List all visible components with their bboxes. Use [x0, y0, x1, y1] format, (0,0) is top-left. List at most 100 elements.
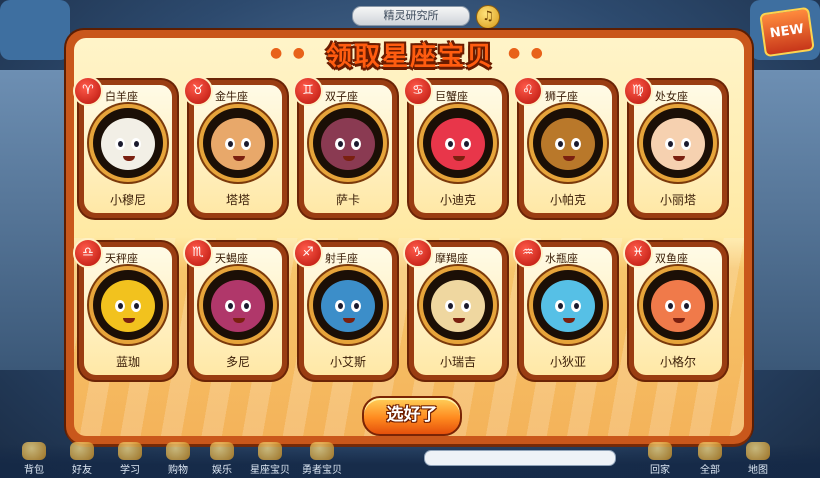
toolbar-label: 全部	[700, 465, 720, 476]
pet-portrait	[203, 108, 273, 178]
toolbar-icon	[258, 442, 282, 460]
zodiac-sign-name: 处女座	[655, 90, 688, 103]
pet-face-icon	[431, 280, 485, 332]
zodiac-symbol-icon: ♊	[293, 76, 323, 106]
pet-portrait	[93, 270, 163, 340]
toolbar-item[interactable]: 学习	[110, 442, 150, 476]
pet-face-icon	[101, 118, 155, 170]
toolbar-item[interactable]: 星座宝贝	[250, 442, 290, 476]
zodiac-card[interactable]: ♍ 处女座小丽塔	[623, 76, 727, 218]
pet-face-icon	[431, 118, 485, 170]
zodiac-card[interactable]: ♓ 双鱼座小格尔	[623, 238, 727, 380]
zodiac-sign-name: 水瓶座	[545, 252, 578, 265]
pet-portrait	[643, 270, 713, 340]
pet-portrait	[423, 270, 493, 340]
zodiac-symbol-icon: ♎	[73, 238, 103, 268]
toolbar-icon	[22, 442, 46, 460]
zodiac-sign-name: 巨蟹座	[435, 90, 468, 103]
pet-face-icon	[651, 118, 705, 170]
zodiac-card[interactable]: ♋ 巨蟹座小迪克	[403, 76, 507, 218]
pet-name: 小迪克	[439, 193, 476, 207]
chat-input[interactable]	[424, 450, 616, 466]
pet-face-icon	[541, 118, 595, 170]
pet-name: 小丽塔	[659, 193, 696, 207]
pet-name: 小狄亚	[549, 355, 586, 369]
zodiac-sign-name: 狮子座	[545, 90, 578, 103]
pet-face-icon	[101, 280, 155, 332]
zodiac-symbol-icon: ♋	[403, 76, 433, 106]
pet-name: 小穆尼	[109, 193, 146, 207]
zodiac-symbol-icon: ♐	[293, 238, 323, 268]
pet-portrait	[423, 108, 493, 178]
toolbar-label: 学习	[120, 465, 140, 476]
pet-name: 小瑞吉	[439, 355, 476, 369]
toolbar-icon	[210, 442, 234, 460]
pet-name: 多尼	[225, 355, 250, 369]
zodiac-card[interactable]: ♌ 狮子座小帕克	[513, 76, 617, 218]
toolbar-icon	[648, 442, 672, 460]
toolbar-item[interactable]: 全部	[690, 442, 730, 476]
zodiac-card[interactable]: ♒ 水瓶座 小狄亚	[513, 238, 617, 380]
toolbar-icon	[746, 442, 770, 460]
toolbar-label: 好友	[72, 465, 92, 476]
zodiac-sign-name: 白羊座	[105, 90, 138, 103]
zodiac-card[interactable]: ♑ 摩羯座小瑞吉	[403, 238, 507, 380]
pet-face-icon	[211, 118, 265, 170]
toolbar-item[interactable]: 好友	[62, 442, 102, 476]
zodiac-sign-name: 天蝎座	[215, 252, 248, 265]
pet-name: 塔塔	[225, 193, 250, 207]
toolbar-label: 回家	[650, 465, 670, 476]
toolbar-label: 星座宝贝	[250, 465, 290, 476]
toolbar-label: 地图	[748, 465, 768, 476]
pet-portrait	[643, 108, 713, 178]
bottom-toolbar: 背包 好友 学习 购物 娱乐 星座宝贝 勇者宝贝 回家 全部 地图	[0, 442, 820, 478]
toolbar-item[interactable]: 回家	[640, 442, 680, 476]
zodiac-symbol-icon: ♉	[183, 76, 213, 106]
zodiac-symbol-icon: ♑	[403, 238, 433, 268]
zodiac-symbol-icon: ♌	[513, 76, 543, 106]
pet-face-icon	[321, 280, 375, 332]
zodiac-symbol-icon: ♓	[623, 238, 653, 268]
toolbar-icon	[698, 442, 722, 460]
toolbar-item[interactable]: 勇者宝贝	[302, 442, 342, 476]
pet-face-icon	[651, 280, 705, 332]
zodiac-sign-name: 双鱼座	[655, 252, 688, 265]
toolbar-item[interactable]: 购物	[158, 442, 198, 476]
toolbar-icon	[118, 442, 142, 460]
toolbar-item[interactable]: 娱乐	[202, 442, 242, 476]
toolbar-label: 背包	[24, 465, 44, 476]
pet-name: 小格尔	[659, 355, 696, 369]
pet-name: 蓝珈	[115, 355, 140, 369]
zodiac-sign-name: 天秤座	[105, 252, 138, 265]
toolbar-item[interactable]: 地图	[738, 442, 778, 476]
zodiac-card[interactable]: ♈ 白羊座小穆尼	[73, 76, 177, 218]
zodiac-sign-name: 双子座	[325, 90, 358, 103]
pet-name: 萨卡	[335, 193, 360, 207]
zodiac-symbol-icon: ♏	[183, 238, 213, 268]
zodiac-card[interactable]: ♎ 天秤座蓝珈	[73, 238, 177, 380]
zodiac-symbol-icon: ♍	[623, 76, 653, 106]
pet-face-icon	[541, 280, 595, 332]
music-note-icon[interactable]: ♫	[476, 5, 500, 29]
pet-portrait	[533, 270, 603, 340]
zodiac-card[interactable]: ♊ 双子座萨卡	[293, 76, 397, 218]
zodiac-card[interactable]: ♐ 射手座 小艾斯	[293, 238, 397, 380]
pet-portrait	[313, 108, 383, 178]
toolbar-icon	[166, 442, 190, 460]
zodiac-card[interactable]: ♏ 天蝎座多尼	[183, 238, 287, 380]
zodiac-sign-name: 摩羯座	[435, 252, 468, 265]
zodiac-sign-name: 射手座	[325, 252, 358, 265]
pet-name: 小帕克	[549, 193, 586, 207]
zodiac-symbol-icon: ♈	[73, 76, 103, 106]
pet-portrait	[313, 270, 383, 340]
toolbar-icon	[70, 442, 94, 460]
toolbar-item[interactable]: 背包	[14, 442, 54, 476]
toolbar-label: 娱乐	[212, 465, 232, 476]
zodiac-card[interactable]: ♉ 金牛座塔塔	[183, 76, 287, 218]
toolbar-icon	[310, 442, 334, 460]
paw-print-icon: ● ●	[508, 45, 546, 61]
toolbar-label: 勇者宝贝	[302, 465, 342, 476]
zodiac-sign-name: 金牛座	[215, 90, 248, 103]
right-wall-scenery	[750, 70, 820, 370]
confirm-button[interactable]: 选好了	[362, 396, 462, 436]
